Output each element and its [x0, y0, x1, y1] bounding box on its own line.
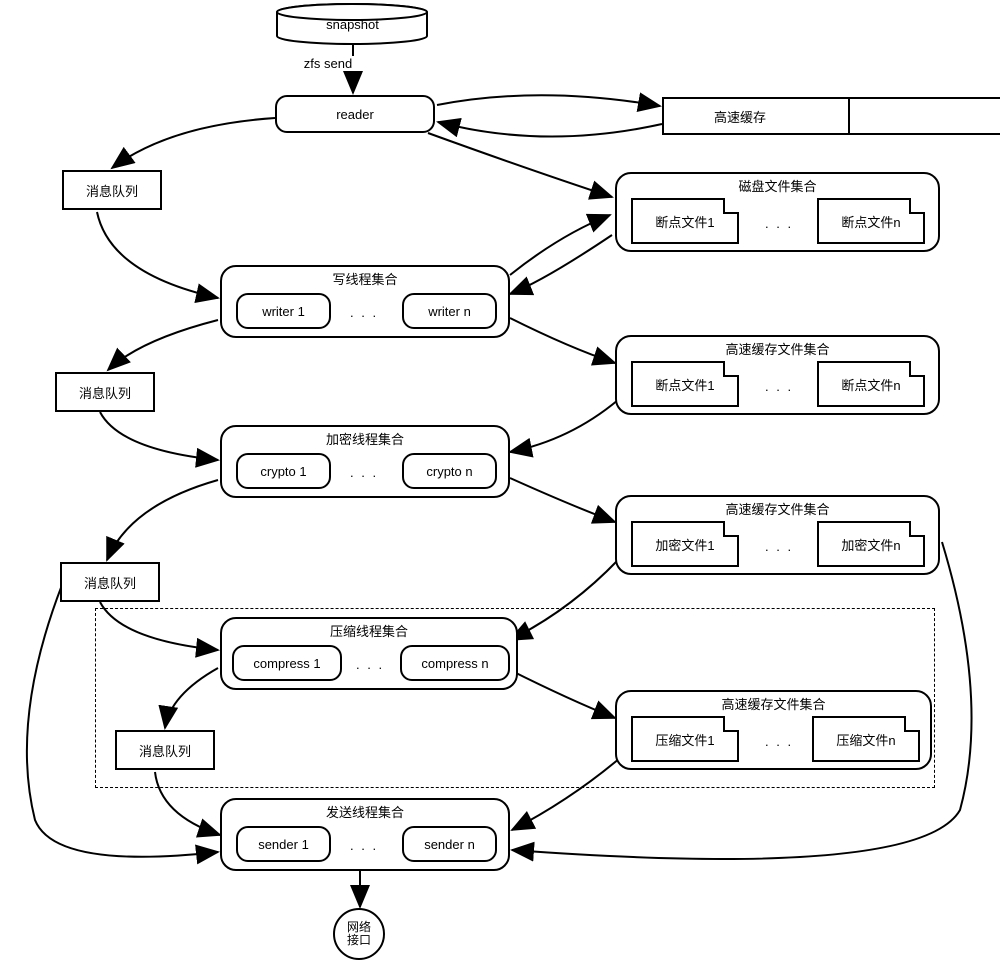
cache2-file-1: 加密文件1: [631, 521, 739, 567]
cache2-dots: . . .: [765, 539, 793, 554]
queue-2: 消息队列: [55, 372, 155, 412]
queue-3-text: 消息队列: [84, 573, 136, 592]
disk-file-set: 磁盘文件集合 断点文件1 . . . 断点文件n: [615, 172, 940, 252]
compress-set: 压缩线程集合 compress 1 . . . compress n: [220, 617, 518, 690]
crypto-set: 加密线程集合 crypto 1 . . . crypto n: [220, 425, 510, 498]
cache-label: 高速缓存: [700, 107, 780, 126]
cache1-file-n: 断点文件n: [817, 361, 925, 407]
queue-1-text: 消息队列: [86, 181, 138, 200]
crypto-set-title: 加密线程集合: [222, 425, 508, 448]
cache1-file-1: 断点文件1: [631, 361, 739, 407]
sender-1: sender 1: [236, 826, 331, 862]
crypto-dots: . . .: [350, 465, 378, 480]
cache-file-set-3-title: 高速缓存文件集合: [617, 690, 930, 713]
cache2-file-n: 加密文件n: [817, 521, 925, 567]
compress-set-title: 压缩线程集合: [222, 617, 516, 640]
compress-dots: . . .: [356, 657, 384, 672]
cache3-file-n: 压缩文件n: [812, 716, 920, 762]
snapshot-label: snapshot: [275, 17, 430, 32]
cache-file-set-2: 高速缓存文件集合 加密文件1 . . . 加密文件n: [615, 495, 940, 575]
cache-file-set-3: 高速缓存文件集合 压缩文件1 . . . 压缩文件n: [615, 690, 932, 770]
reader-text: reader: [336, 107, 374, 122]
compress-n: compress n: [400, 645, 510, 681]
cache3-file-1: 压缩文件1: [631, 716, 739, 762]
compress-1: compress 1: [232, 645, 342, 681]
cache-file-set-2-title: 高速缓存文件集合: [617, 495, 938, 518]
cache1-dots: . . .: [765, 379, 793, 394]
queue-4-text: 消息队列: [139, 741, 191, 760]
sender-set: 发送线程集合 sender 1 . . . sender n: [220, 798, 510, 871]
crypto-n: crypto n: [402, 453, 497, 489]
queue-4: 消息队列: [115, 730, 215, 770]
disk-file-n: 断点文件n: [817, 198, 925, 244]
reader-node: reader: [275, 95, 435, 133]
queue-3: 消息队列: [60, 562, 160, 602]
writer-1: writer 1: [236, 293, 331, 329]
sender-dots: . . .: [350, 838, 378, 853]
writer-set-title: 写线程集合: [222, 265, 508, 288]
disk-dots: . . .: [765, 216, 793, 231]
disk-file-set-title: 磁盘文件集合: [617, 172, 938, 195]
zfs-send-label: zfs send: [298, 56, 358, 71]
crypto-1: crypto 1: [236, 453, 331, 489]
queue-1: 消息队列: [62, 170, 162, 210]
queue-2-text: 消息队列: [79, 383, 131, 402]
network-interface: 网络 接口: [333, 908, 385, 960]
writer-dots: . . .: [350, 305, 378, 320]
cache3-dots: . . .: [765, 734, 793, 749]
cache-file-set-1: 高速缓存文件集合 断点文件1 . . . 断点文件n: [615, 335, 940, 415]
disk-file-1: 断点文件1: [631, 198, 739, 244]
writer-n: writer n: [402, 293, 497, 329]
cache-file-set-1-title: 高速缓存文件集合: [617, 335, 938, 358]
sender-set-title: 发送线程集合: [222, 798, 508, 821]
sender-n: sender n: [402, 826, 497, 862]
writer-set: 写线程集合 writer 1 . . . writer n: [220, 265, 510, 338]
